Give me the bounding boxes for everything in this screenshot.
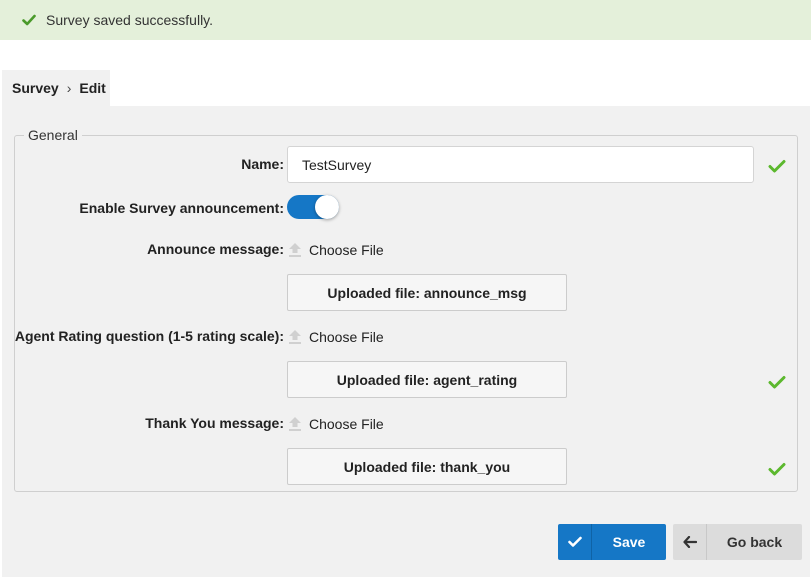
choose-file-label: Choose File: [309, 242, 384, 258]
go-back-label: Go back: [726, 534, 783, 550]
thank-you-choose-file[interactable]: Choose File: [287, 414, 384, 434]
go-back-button[interactable]: Go back: [673, 524, 802, 560]
valid-check-icon: [768, 160, 786, 173]
upload-icon: [289, 243, 301, 257]
save-label: Save: [612, 534, 646, 550]
breadcrumb-edit: Edit: [79, 80, 106, 96]
success-alert: Survey saved successfully.: [0, 0, 811, 40]
fieldset-legend: General: [24, 127, 82, 143]
edit-panel: General Name: Enable Survey announcement…: [2, 106, 810, 577]
thank-you-label: Thank You message:: [145, 415, 284, 431]
toggle-knob: [315, 195, 339, 219]
save-button[interactable]: Save: [558, 524, 666, 560]
announce-choose-file[interactable]: Choose File: [287, 240, 384, 260]
check-icon: [558, 524, 592, 560]
breadcrumb: Survey › Edit: [2, 70, 110, 106]
announce-label: Announce message:: [147, 241, 284, 257]
agent-rating-label: Agent Rating question (1-5 rating scale)…: [14, 328, 284, 344]
announcement-toggle-label: Enable Survey announcement:: [79, 200, 284, 216]
agent-rating-choose-file[interactable]: Choose File: [287, 327, 384, 347]
choose-file-label: Choose File: [309, 329, 384, 345]
alert-message: Survey saved successfully.: [46, 12, 214, 28]
valid-check-icon: [768, 463, 786, 476]
arrow-left-icon: [673, 524, 707, 560]
announcement-toggle[interactable]: [287, 195, 339, 219]
thank-you-uploaded-file[interactable]: Uploaded file: thank_you: [287, 448, 567, 485]
chevron-right-icon: ›: [66, 80, 72, 96]
check-icon: [22, 14, 36, 26]
name-input[interactable]: [287, 146, 754, 183]
upload-icon: [289, 330, 301, 344]
upload-icon: [289, 417, 301, 431]
valid-check-icon: [768, 376, 786, 389]
agent-rating-uploaded-file[interactable]: Uploaded file: agent_rating: [287, 361, 567, 398]
general-fieldset: [14, 135, 798, 492]
name-label: Name:: [241, 156, 284, 172]
choose-file-label: Choose File: [309, 416, 384, 432]
announce-uploaded-file[interactable]: Uploaded file: announce_msg: [287, 274, 567, 311]
breadcrumb-survey[interactable]: Survey: [12, 80, 59, 96]
